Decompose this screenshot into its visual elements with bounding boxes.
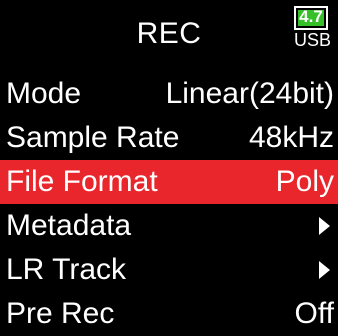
battery-voltage: 4.7: [299, 7, 323, 26]
menu-item-label: Mode: [6, 77, 82, 110]
menu-item-mode[interactable]: Mode Linear(24bit): [0, 72, 338, 116]
menu-item-value: Off: [294, 297, 334, 330]
page-title: REC: [136, 17, 202, 50]
menu-item-label: File Format: [6, 165, 158, 198]
right-arrow-icon: [319, 217, 330, 235]
right-arrow-icon: [319, 261, 330, 279]
menu-item-sample-rate[interactable]: Sample Rate 48kHz: [0, 116, 338, 160]
rec-menu-screen: REC 4.7 USB Mode Linear(24bit) Sample Ra…: [0, 0, 338, 336]
menu-item-lr-track[interactable]: LR Track: [0, 248, 338, 292]
menu-list: Mode Linear(24bit) Sample Rate 48kHz Fil…: [0, 72, 338, 336]
header: REC 4.7 USB: [0, 0, 338, 72]
menu-item-label: Pre Rec: [6, 297, 115, 330]
menu-item-value: 48kHz: [248, 121, 334, 154]
menu-item-label: Metadata: [6, 209, 132, 242]
menu-item-file-format[interactable]: File Format Poly: [0, 160, 338, 204]
menu-item-value: Linear(24bit): [165, 77, 334, 110]
menu-item-pre-rec[interactable]: Pre Rec Off: [0, 292, 338, 336]
menu-item-value: Poly: [275, 165, 334, 198]
power-source-label: USB: [294, 30, 332, 50]
menu-item-label: Sample Rate: [6, 121, 180, 154]
battery-indicator: 4.7 USB: [294, 6, 332, 52]
menu-item-metadata[interactable]: Metadata: [0, 204, 338, 248]
menu-item-label: LR Track: [6, 253, 127, 286]
